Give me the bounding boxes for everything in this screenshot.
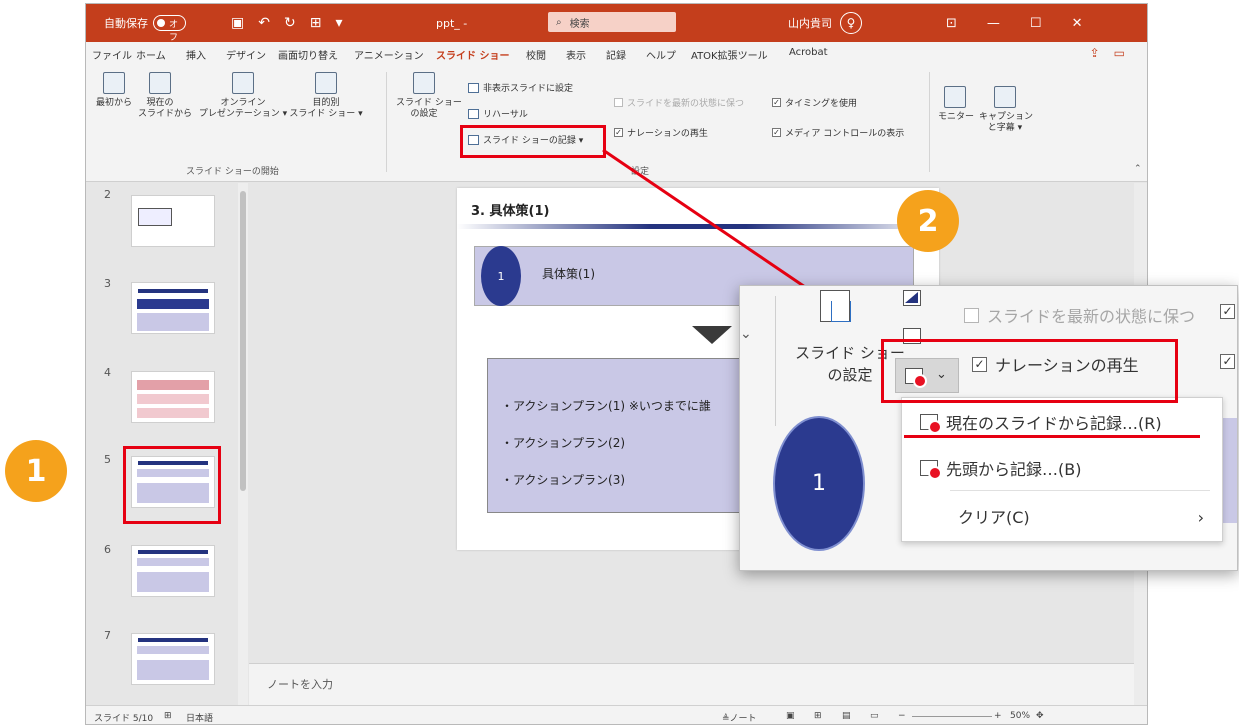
slide-bar-fragment bbox=[1223, 418, 1237, 523]
zoomed-ribbon-detail: ⌄ スライド ショー の設定 スライドを最新の状態に保つ ✓ ⌄ ✓ ナレーショ… bbox=[739, 285, 1238, 571]
menu-record-current-label: 現在のスライドから記録…(R) bbox=[946, 414, 1162, 433]
keep-updated-label: スライドを最新の状態に保つ bbox=[987, 307, 1196, 326]
use-timings-box[interactable]: ✓ bbox=[1220, 304, 1235, 319]
menu-clear[interactable]: クリア(C) bbox=[958, 504, 1030, 528]
setup-slideshow-icon bbox=[820, 290, 851, 322]
narration-highlight bbox=[881, 339, 1178, 403]
hide-slide-icon[interactable] bbox=[903, 290, 921, 306]
slide-number-circle: 1 bbox=[773, 416, 865, 551]
show-media-box[interactable]: ✓ bbox=[1220, 354, 1235, 369]
chevron-down-icon[interactable]: ⌄ bbox=[740, 326, 752, 342]
menu-record-start-label: 先頭から記録…(B) bbox=[946, 460, 1082, 479]
keep-updated-box bbox=[964, 307, 979, 323]
record-current-underline bbox=[904, 435, 1200, 438]
keep-updated-checkbox: スライドを最新の状態に保つ bbox=[964, 303, 1195, 327]
popup-separator bbox=[775, 296, 776, 426]
record-icon bbox=[920, 414, 942, 434]
record-dropdown-menu: 現在のスライドから記録…(R) 先頭から記録…(B) クリア(C) › bbox=[901, 397, 1223, 542]
chevron-right-icon: › bbox=[1197, 508, 1204, 527]
menu-record-from-current[interactable]: 現在のスライドから記録…(R) bbox=[920, 410, 1162, 434]
step-1-badge: 1 bbox=[5, 440, 67, 502]
menu-divider bbox=[950, 490, 1210, 491]
step-2-badge: 2 bbox=[897, 190, 959, 252]
menu-record-from-beginning[interactable]: 先頭から記録…(B) bbox=[920, 456, 1081, 480]
screenshot-stage: 自動保存 オフ ▣ ↶ ↻ ⊞ ▾ ppt_ - ⌕ 検索 山内貴司 ♀ ⊡ — bbox=[0, 0, 1239, 727]
menu-clear-label: クリア(C) bbox=[958, 508, 1030, 527]
record-icon bbox=[920, 460, 942, 480]
